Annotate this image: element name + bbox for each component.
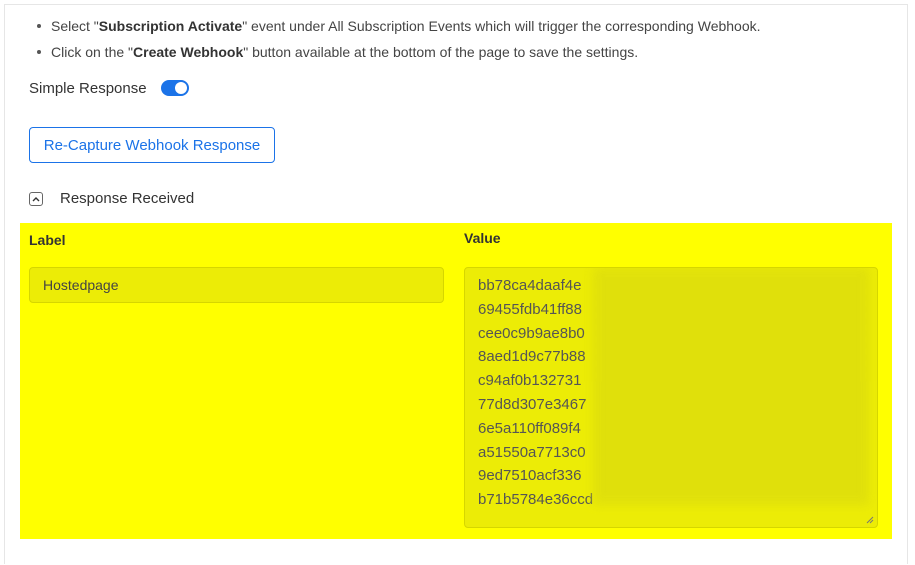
response-label-field[interactable]: Hostedpage <box>29 267 444 303</box>
value-line: 8aed1d9c77b88 <box>478 348 586 366</box>
simple-response-toggle[interactable] <box>160 80 189 96</box>
chevron-up-icon[interactable] <box>29 191 43 206</box>
value-line: a51550a7713c0 <box>478 443 586 461</box>
value-line: 9ed7510acf336 <box>478 467 582 485</box>
response-value-text: bb78ca4daaf4e 69455fdb41ff88 cee0c9b9ae8b0… <box>478 274 593 512</box>
instruction-item: Select "Subscription Activate" event und… <box>35 13 761 39</box>
response-received-header[interactable]: Response Received <box>29 190 194 207</box>
instruction-item: Click on the "Create Webhook" button ava… <box>35 39 761 65</box>
simple-response-label: Simple Response <box>29 79 147 97</box>
value-line: 69455fdb41ff88 <box>478 300 582 318</box>
resize-grip-icon[interactable] <box>866 516 874 524</box>
value-line: b71b5784e36ccd <box>478 491 594 509</box>
value-line: cee0c9b9ae8b0 <box>478 324 585 342</box>
instruction-list: Select "Subscription Activate" event und… <box>35 13 761 65</box>
label-column-header: Label <box>29 232 66 248</box>
simple-response-row: Simple Response <box>29 78 189 98</box>
recapture-webhook-button[interactable]: Re-Capture Webhook Response <box>29 127 275 163</box>
value-line: 77d8d307e3467 <box>478 395 587 413</box>
value-column-header: Value <box>464 230 501 246</box>
value-line: c94af0b132731 <box>478 372 582 390</box>
redaction-blur <box>593 268 869 504</box>
value-line: 6e5a110ff089f4 <box>478 419 581 437</box>
response-value-field[interactable]: bb78ca4daaf4e 69455fdb41ff88 cee0c9b9ae8b0… <box>464 267 878 528</box>
response-received-title: Response Received <box>60 190 195 207</box>
value-line: bb78ca4daaf4e <box>478 277 582 294</box>
